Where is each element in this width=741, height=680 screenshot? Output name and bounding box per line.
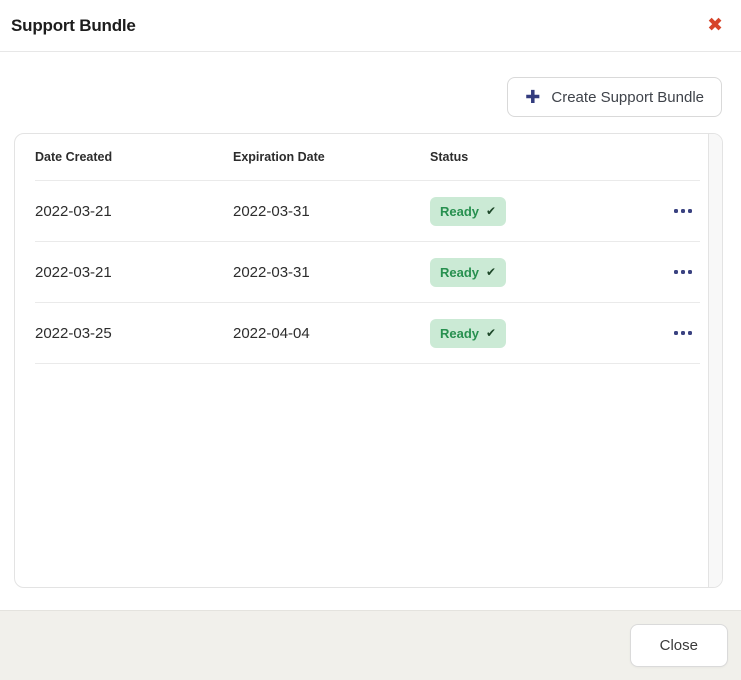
- check-icon: ✔: [486, 266, 496, 278]
- status-label: Ready: [440, 326, 479, 341]
- expiration-date-cell: 2022-04-04: [233, 325, 430, 342]
- check-icon: ✔: [486, 327, 496, 339]
- support-bundle-table: Date Created Expiration Date Status 2022…: [15, 134, 708, 587]
- expiration-date-cell: 2022-03-31: [233, 264, 430, 281]
- status-badge: Ready ✔: [430, 197, 506, 226]
- close-icon[interactable]: ✖: [703, 14, 727, 37]
- table-header-row: Date Created Expiration Date Status: [35, 134, 700, 181]
- plus-icon: ✚: [525, 88, 540, 106]
- check-icon: ✔: [486, 205, 496, 217]
- status-label: Ready: [440, 204, 479, 219]
- modal-header: Support Bundle ✖: [0, 0, 741, 52]
- row-actions-button[interactable]: [672, 203, 695, 220]
- expiration-date-cell: 2022-03-31: [233, 203, 430, 220]
- table-row: 2022-03-21 2022-03-31 Ready ✔: [35, 242, 700, 303]
- close-button[interactable]: Close: [630, 624, 728, 667]
- status-label: Ready: [440, 265, 479, 280]
- row-actions-button[interactable]: [672, 325, 695, 342]
- create-support-bundle-label: Create Support Bundle: [551, 89, 704, 106]
- create-support-bundle-button[interactable]: ✚ Create Support Bundle: [507, 77, 722, 117]
- table-row: 2022-03-25 2022-04-04 Ready ✔: [35, 303, 700, 364]
- column-header-date-created: Date Created: [35, 150, 233, 164]
- row-actions-button[interactable]: [672, 264, 695, 281]
- date-created-cell: 2022-03-25: [35, 325, 233, 342]
- status-badge: Ready ✔: [430, 258, 506, 287]
- ellipsis-icon: [674, 331, 679, 336]
- date-created-cell: 2022-03-21: [35, 264, 233, 281]
- date-created-cell: 2022-03-21: [35, 203, 233, 220]
- table-row: 2022-03-21 2022-03-31 Ready ✔: [35, 181, 700, 242]
- support-bundle-table-card: Date Created Expiration Date Status 2022…: [14, 133, 723, 588]
- column-header-status: Status: [430, 150, 636, 164]
- ellipsis-icon: [674, 209, 679, 214]
- toolbar: ✚ Create Support Bundle: [0, 77, 722, 117]
- page-title: Support Bundle: [11, 16, 136, 36]
- ellipsis-icon: [674, 270, 679, 275]
- scrollbar-track[interactable]: [708, 134, 722, 587]
- modal-footer: Close: [0, 610, 741, 680]
- status-badge: Ready ✔: [430, 319, 506, 348]
- column-header-expiration-date: Expiration Date: [233, 150, 430, 164]
